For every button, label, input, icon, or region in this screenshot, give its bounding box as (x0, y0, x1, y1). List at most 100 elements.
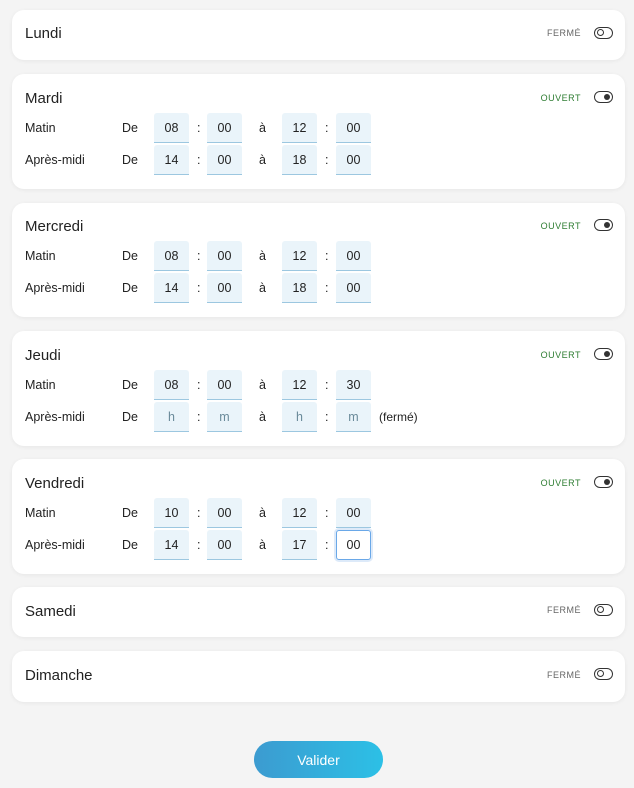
from-hour-input[interactable] (154, 113, 189, 143)
from-label: De (122, 506, 138, 520)
to-minute-input[interactable] (336, 402, 371, 432)
from-hour-input[interactable] (154, 145, 189, 175)
to-hour-input[interactable] (282, 241, 317, 271)
afternoon-row: Après-midi De : à : (12, 273, 625, 303)
toggle-knob-icon (597, 606, 604, 613)
from-minute-input[interactable] (207, 273, 242, 303)
day-title: Dimanche (25, 667, 93, 684)
morning-label: Matin (25, 249, 56, 263)
from-label: De (122, 538, 138, 552)
day-card-mardi: Mardi OUVERT Matin De : à : Après-midi D… (12, 74, 625, 189)
toggle-switch[interactable] (594, 668, 613, 680)
status-label: FERMÉ (547, 670, 581, 680)
day-title: Jeudi (25, 347, 61, 364)
afternoon-label: Après-midi (25, 538, 85, 552)
to-hour-input[interactable] (282, 402, 317, 432)
from-label: De (122, 121, 138, 135)
to-label: à (259, 538, 266, 552)
toggle-switch[interactable] (594, 91, 613, 103)
time-separator: : (325, 410, 329, 424)
time-separator: : (197, 121, 201, 135)
from-minute-input[interactable] (207, 145, 242, 175)
time-separator: : (325, 121, 329, 135)
day-card-vendredi: Vendredi OUVERT Matin De : à : Après-mid… (12, 459, 625, 574)
toggle-knob-icon (597, 29, 604, 36)
to-hour-input[interactable] (282, 145, 317, 175)
to-label: à (259, 249, 266, 263)
to-label: à (259, 281, 266, 295)
toggle-knob-icon (604, 93, 610, 100)
afternoon-label: Après-midi (25, 281, 85, 295)
to-hour-input[interactable] (282, 370, 317, 400)
to-hour-input[interactable] (282, 273, 317, 303)
day-title: Lundi (25, 25, 62, 42)
from-hour-input[interactable] (154, 530, 189, 560)
from-minute-input[interactable] (207, 530, 242, 560)
from-hour-input[interactable] (154, 370, 189, 400)
from-label: De (122, 281, 138, 295)
from-hour-input[interactable] (154, 402, 189, 432)
status-label: OUVERT (540, 350, 581, 360)
time-separator: : (197, 410, 201, 424)
from-minute-input[interactable] (207, 498, 242, 528)
toggle-switch[interactable] (594, 476, 613, 488)
time-separator: : (325, 506, 329, 520)
to-minute-input[interactable] (336, 145, 371, 175)
toggle-knob-icon (597, 670, 604, 677)
to-label: à (259, 378, 266, 392)
toggle-switch[interactable] (594, 604, 613, 616)
to-label: à (259, 121, 266, 135)
closed-note: (fermé) (379, 410, 418, 424)
from-label: De (122, 249, 138, 263)
to-label: à (259, 506, 266, 520)
day-title: Mardi (25, 90, 63, 107)
to-minute-input[interactable] (336, 498, 371, 528)
to-minute-input[interactable] (336, 113, 371, 143)
to-hour-input[interactable] (282, 498, 317, 528)
time-separator: : (197, 506, 201, 520)
status-label: FERMÉ (547, 605, 581, 615)
time-separator: : (197, 378, 201, 392)
to-minute-input[interactable] (336, 530, 371, 560)
morning-label: Matin (25, 378, 56, 392)
morning-row: Matin De : à : (12, 113, 625, 143)
time-separator: : (325, 281, 329, 295)
to-minute-input[interactable] (336, 241, 371, 271)
status-label: OUVERT (540, 478, 581, 488)
toggle-switch[interactable] (594, 27, 613, 39)
from-hour-input[interactable] (154, 498, 189, 528)
morning-label: Matin (25, 506, 56, 520)
afternoon-label: Après-midi (25, 410, 85, 424)
to-label: à (259, 153, 266, 167)
time-separator: : (197, 538, 201, 552)
from-hour-input[interactable] (154, 273, 189, 303)
morning-row: Matin De : à : (12, 241, 625, 271)
from-minute-input[interactable] (207, 113, 242, 143)
to-hour-input[interactable] (282, 113, 317, 143)
afternoon-row: Après-midi De : à : (12, 530, 625, 560)
time-separator: : (197, 249, 201, 263)
status-label: OUVERT (540, 221, 581, 231)
to-minute-input[interactable] (336, 370, 371, 400)
toggle-switch[interactable] (594, 219, 613, 231)
to-hour-input[interactable] (282, 530, 317, 560)
from-label: De (122, 378, 138, 392)
morning-label: Matin (25, 121, 56, 135)
toggle-knob-icon (604, 478, 610, 485)
toggle-knob-icon (604, 350, 610, 357)
time-separator: : (325, 538, 329, 552)
to-label: à (259, 410, 266, 424)
from-label: De (122, 153, 138, 167)
toggle-knob-icon (604, 221, 610, 228)
submit-button[interactable]: Valider (254, 741, 383, 778)
day-title: Samedi (25, 603, 76, 620)
to-minute-input[interactable] (336, 273, 371, 303)
from-hour-input[interactable] (154, 241, 189, 271)
from-minute-input[interactable] (207, 370, 242, 400)
day-card-mercredi: Mercredi OUVERT Matin De : à : Après-mid… (12, 203, 625, 317)
afternoon-row: Après-midi De : à : (fermé) (12, 402, 625, 432)
from-minute-input[interactable] (207, 241, 242, 271)
time-separator: : (325, 249, 329, 263)
from-minute-input[interactable] (207, 402, 242, 432)
toggle-switch[interactable] (594, 348, 613, 360)
